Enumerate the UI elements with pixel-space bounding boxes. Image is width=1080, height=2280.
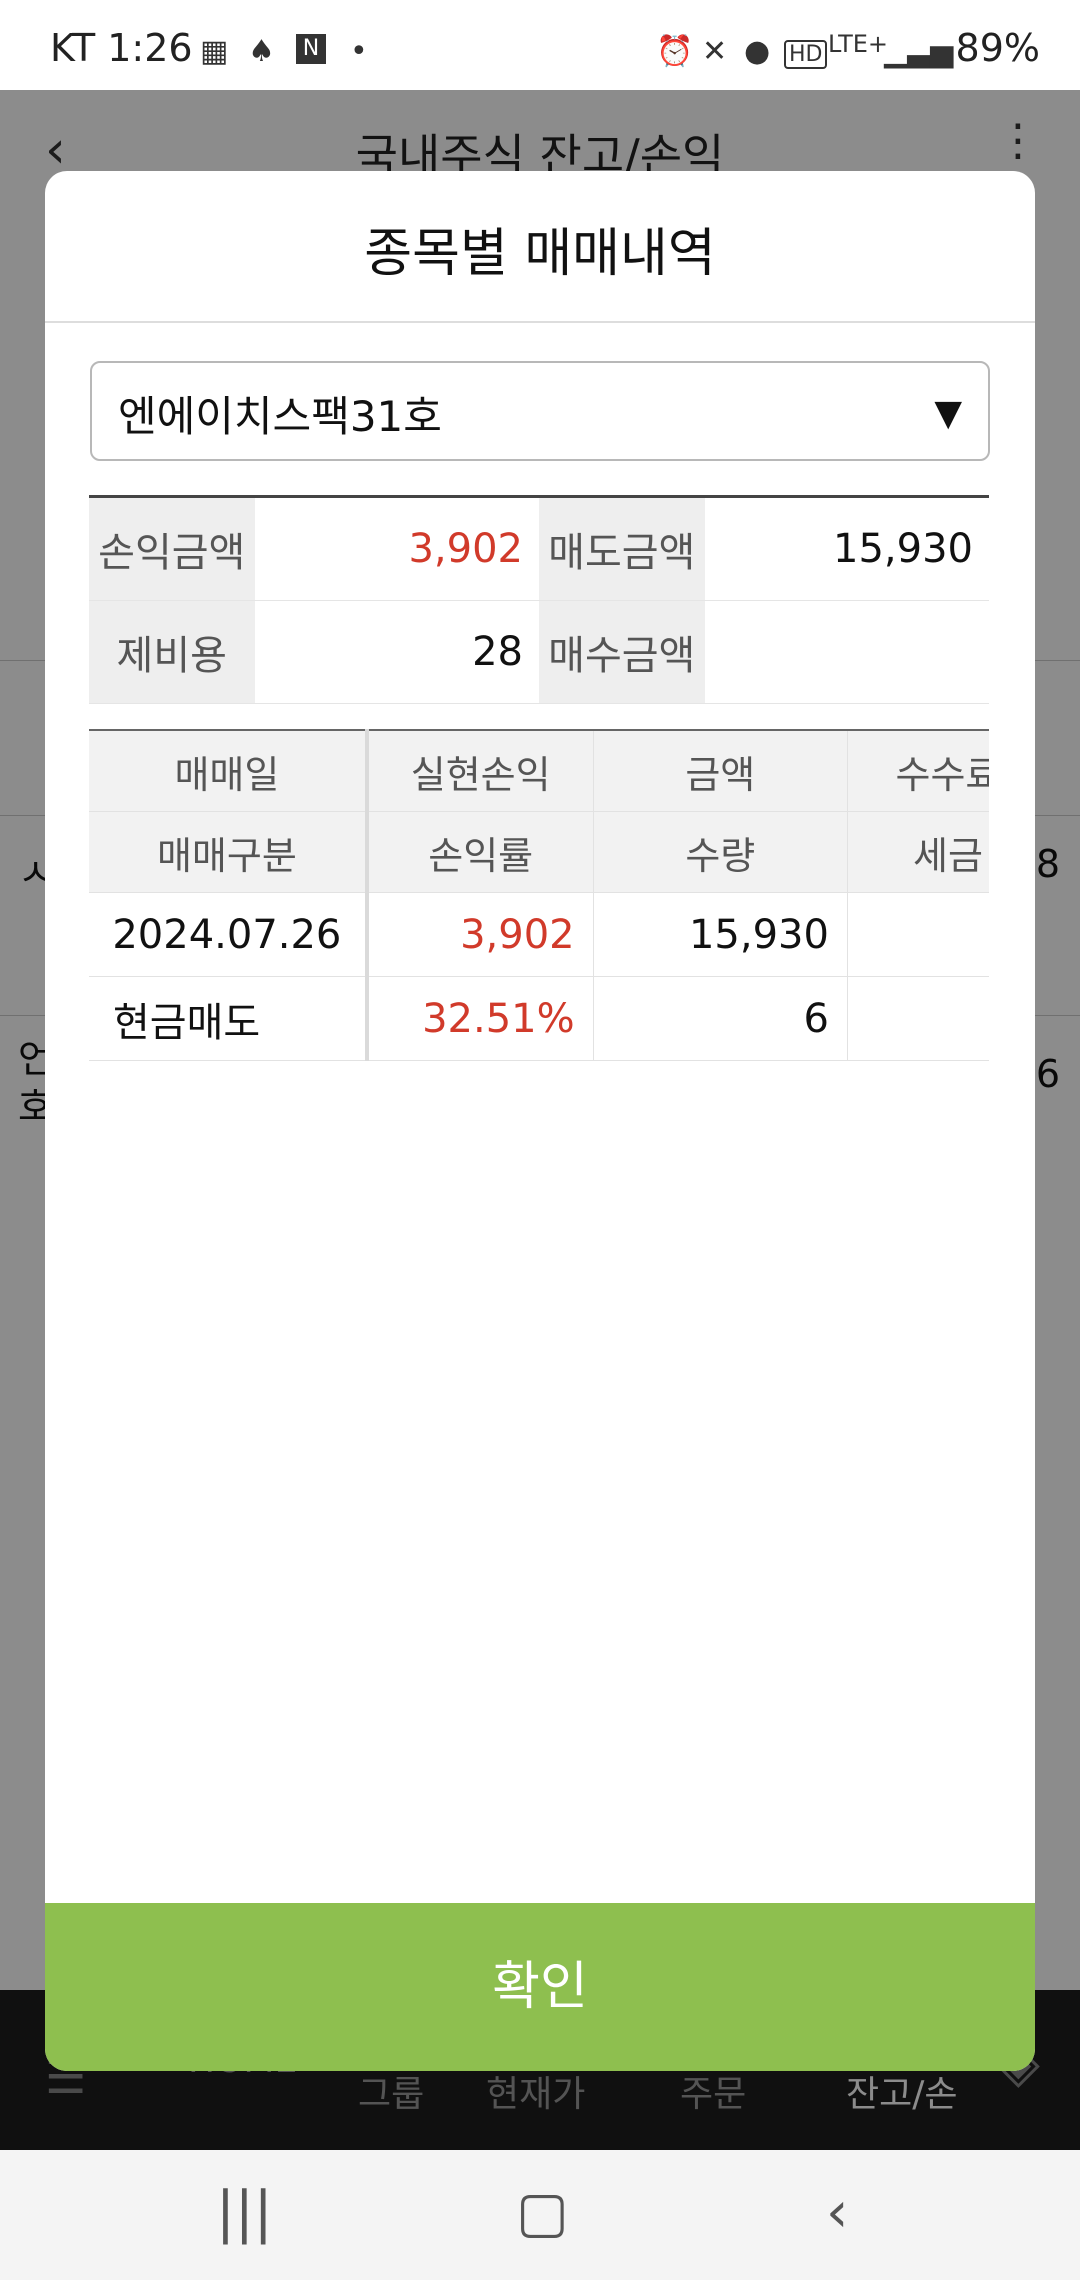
notification-icon: ♠ — [248, 34, 275, 69]
header-amount: 금액 — [593, 730, 848, 812]
table-row[interactable]: 현금매도 32.51% 6 — [89, 976, 989, 1061]
summary-row-1: 손익금액 3,902 매도금액 15,930 — [89, 496, 989, 601]
trade-history-dialog: 종목별 매매내역 엔에이치스팩31호 ▼ 손익금액 3,902 매도금액 15,… — [45, 171, 1035, 2071]
title-divider — [45, 321, 1035, 323]
status-time: KT 1:26 — [50, 26, 193, 70]
trade-date: 2024.07.26 — [89, 892, 369, 977]
buy-amount-label: 매수금액 — [538, 600, 705, 704]
pl-amount-value: 3,902 — [254, 496, 539, 601]
grid-header-row-2: 매매구분 손익률 수량 세금 — [89, 811, 989, 893]
grid-header-row-1: 매매일 실현손익 금액 수수료 — [89, 730, 989, 812]
tax — [847, 976, 989, 1061]
fees-label: 제비용 — [89, 600, 255, 704]
stock-select-value: 엔에이치스팩31호 — [118, 392, 442, 441]
confirm-button[interactable]: 확인 — [45, 1903, 1035, 2071]
status-bar: KT 1:26 ▦ ♠ N • ⏰ ✕ ● HD LTE+ ▁▃▅ 89% — [0, 0, 1080, 90]
chevron-down-icon: ▼ — [934, 393, 962, 434]
location-icon: ● — [744, 34, 771, 69]
summary-table: 손익금액 3,902 매도금액 15,930 제비용 28 매수금액 — [89, 495, 989, 704]
alarm-icon: ⏰ — [656, 34, 694, 69]
naver-icon: N — [296, 34, 326, 64]
battery-percent: 89% — [955, 26, 1040, 70]
summary-row-2: 제비용 28 매수금액 — [89, 600, 989, 704]
commission — [847, 892, 989, 977]
buy-amount-value — [704, 600, 989, 704]
mute-icon: ✕ — [702, 34, 728, 69]
sell-amount-label: 매도금액 — [538, 496, 705, 601]
network-type: LTE+ — [828, 30, 888, 58]
table-row[interactable]: 2024.07.26 3,902 15,930 — [89, 892, 989, 977]
pl-rate: 32.51% — [366, 976, 594, 1061]
header-commission: 수수료 — [847, 730, 989, 812]
header-tax: 세금 — [847, 811, 989, 893]
pl-amount-label: 손익금액 — [89, 496, 255, 601]
header-trade-date: 매매일 — [89, 730, 369, 812]
dialog-title: 종목별 매매내역 — [364, 224, 716, 284]
header-pl-rate: 손익률 — [366, 811, 594, 893]
sell-amount-value: 15,930 — [704, 496, 989, 601]
calendar-icon: ▦ — [200, 34, 229, 69]
home-icon[interactable]: ▢ — [516, 2180, 569, 2245]
recent-apps-icon[interactable]: ||| — [216, 2180, 273, 2245]
trade-type: 현금매도 — [89, 976, 369, 1061]
trade-amount: 15,930 — [593, 892, 848, 977]
trade-detail-grid[interactable]: 매매일 실현손익 금액 수수료 매매구분 손익률 수량 세금 2024.07.2… — [89, 729, 989, 1114]
header-trade-type: 매매구분 — [89, 811, 369, 893]
realized-pl: 3,902 — [366, 892, 594, 977]
back-nav-icon[interactable]: ‹ — [826, 2180, 848, 2245]
hd-icon: HD — [784, 40, 828, 69]
dot-icon: • — [350, 34, 368, 69]
header-realized-pl: 실현손익 — [366, 730, 594, 812]
stock-select-dropdown[interactable]: 엔에이치스팩31호 ▼ — [90, 361, 990, 461]
signal-icon: ▁▃▅ — [884, 34, 954, 69]
header-quantity: 수량 — [593, 811, 848, 893]
quantity: 6 — [593, 976, 848, 1061]
fees-value: 28 — [254, 600, 539, 704]
